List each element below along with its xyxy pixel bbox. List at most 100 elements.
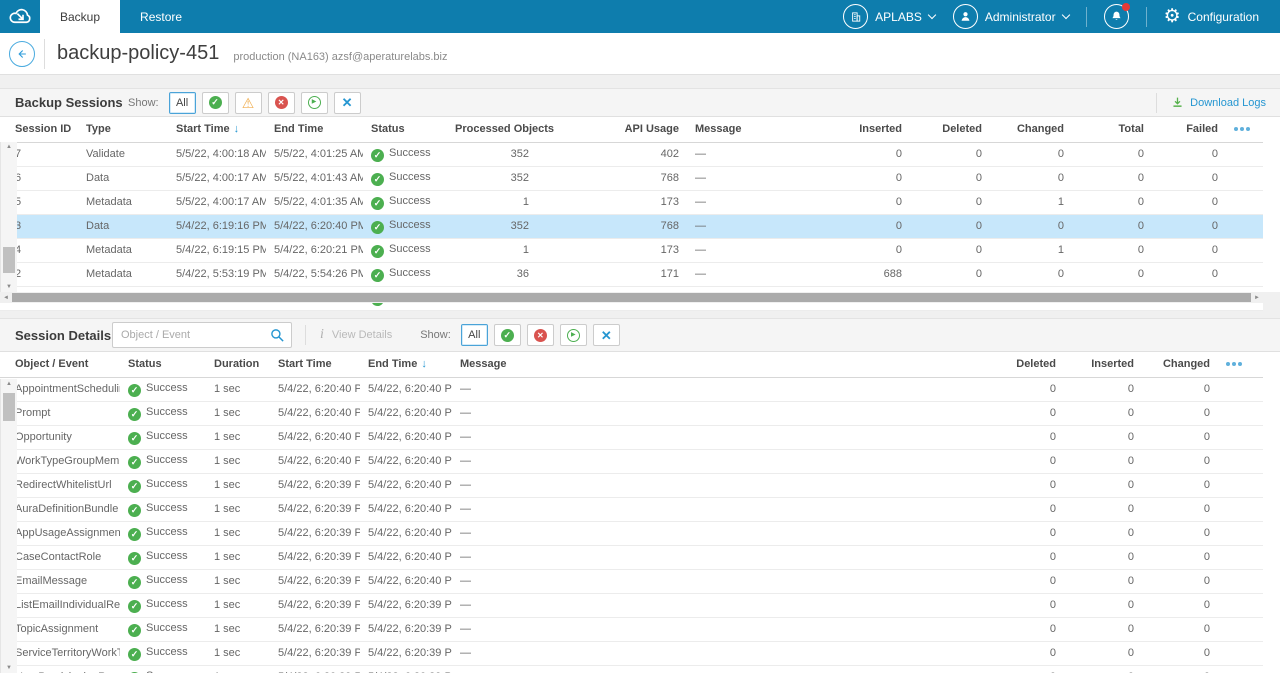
- column-header-start-time[interactable]: Start Time: [270, 352, 360, 377]
- scroll-right-arrow[interactable]: ►: [1251, 295, 1263, 301]
- details-scroll-thumb[interactable]: [3, 393, 15, 421]
- row-options-cell: [1226, 190, 1263, 214]
- column-header-status[interactable]: Status: [120, 352, 206, 377]
- cell-status: ✓Success: [120, 617, 206, 641]
- row-options-cell: [1226, 214, 1263, 238]
- filter-warning-button[interactable]: ⚠: [235, 92, 262, 114]
- column-header-failed[interactable]: Failed: [1152, 117, 1226, 142]
- sessions-vertical-scrollbar[interactable]: ▲ ▼: [0, 142, 17, 292]
- tab-restore[interactable]: Restore: [120, 0, 202, 33]
- column-header-end-time[interactable]: End Time↓: [360, 352, 452, 377]
- cell-deleted: 0: [910, 214, 990, 238]
- row-options-cell: [1218, 449, 1263, 473]
- scroll-down-arrow[interactable]: ▼: [1, 282, 17, 292]
- filter-success-button[interactable]: ✓: [202, 92, 229, 114]
- scroll-down-arrow[interactable]: ▼: [1, 663, 17, 673]
- cell-changed: 0: [990, 142, 1072, 166]
- column-header-total[interactable]: Total: [1072, 117, 1152, 142]
- configuration-button[interactable]: ⚙ Configuration: [1164, 7, 1259, 26]
- column-header-duration[interactable]: Duration: [206, 352, 270, 377]
- detail-row[interactable]: Prompt✓Success1 sec5/4/22, 6:20:40 PM5/4…: [0, 401, 1263, 425]
- session-row[interactable]: 4Metadata5/4/22, 6:19:15 PM5/4/22, 6:20:…: [0, 238, 1263, 262]
- column-header-inserted[interactable]: Inserted: [1064, 352, 1142, 377]
- detail-row[interactable]: UserProvisioningRequest✓Success1 sec5/4/…: [0, 665, 1263, 673]
- detail-row[interactable]: Opportunity✓Success1 sec5/4/22, 6:20:40 …: [0, 425, 1263, 449]
- column-options-button[interactable]: [1226, 117, 1263, 142]
- topbar-right-controls: APLABS Administrator: [834, 0, 1280, 33]
- column-header-object-event[interactable]: Object / Event: [0, 352, 120, 377]
- org-selector[interactable]: APLABS: [843, 4, 935, 29]
- column-header-end-time[interactable]: End Time: [266, 117, 363, 142]
- cell-object-event: RedirectWhitelistUrl: [0, 473, 120, 497]
- success-status-icon: ✓: [128, 408, 141, 421]
- filter-running-button[interactable]: ▶: [301, 92, 328, 114]
- scroll-up-arrow[interactable]: ▲: [1, 142, 17, 152]
- filter-all-button[interactable]: All: [169, 92, 196, 114]
- details-filter-error-button[interactable]: ✕: [527, 324, 554, 346]
- detail-row[interactable]: WorkTypeGroupMember✓Success1 sec5/4/22, …: [0, 449, 1263, 473]
- detail-row[interactable]: AuraDefinitionBundle✓Success1 sec5/4/22,…: [0, 497, 1263, 521]
- filter-error-button[interactable]: ✕: [268, 92, 295, 114]
- column-header-deleted[interactable]: Deleted: [910, 117, 990, 142]
- detail-row[interactable]: ServiceTerritoryWorkType✓Success1 sec5/4…: [0, 641, 1263, 665]
- success-status-icon: ✓: [128, 576, 141, 589]
- column-header-status[interactable]: Status: [363, 117, 447, 142]
- cell-message: —: [452, 425, 986, 449]
- column-header-changed[interactable]: Changed: [990, 117, 1072, 142]
- details-filter-running-button[interactable]: ▶: [560, 324, 587, 346]
- cell-message: —: [687, 262, 820, 286]
- column-header-inserted[interactable]: Inserted: [820, 117, 910, 142]
- column-label: Session ID: [15, 123, 71, 135]
- filter-clear-button[interactable]: ✕: [334, 92, 361, 114]
- details-filter-all-button[interactable]: All: [461, 324, 488, 346]
- back-button[interactable]: [9, 41, 35, 67]
- veeam-logo[interactable]: [0, 0, 40, 33]
- column-header-changed[interactable]: Changed: [1142, 352, 1218, 377]
- details-filter-clear-button[interactable]: ✕: [593, 324, 620, 346]
- detail-row[interactable]: ListEmailIndividualRecipie...✓Success1 s…: [0, 593, 1263, 617]
- session-row[interactable]: 7Validate5/5/22, 4:00:18 AM5/5/22, 4:01:…: [0, 142, 1263, 166]
- detail-row[interactable]: TopicAssignment✓Success1 sec5/4/22, 6:20…: [0, 617, 1263, 641]
- detail-row[interactable]: RedirectWhitelistUrl✓Success1 sec5/4/22,…: [0, 473, 1263, 497]
- search-input[interactable]: [113, 323, 263, 347]
- column-options-button[interactable]: [1218, 352, 1263, 377]
- column-header-message[interactable]: Message: [687, 117, 820, 142]
- user-menu[interactable]: Administrator: [953, 4, 1069, 29]
- scroll-up-arrow[interactable]: ▲: [1, 379, 17, 389]
- details-vertical-scrollbar[interactable]: ▲ ▼: [0, 379, 17, 673]
- view-details-button[interactable]: i View Details: [320, 327, 392, 343]
- cell-duration: 1 sec: [206, 449, 270, 473]
- session-row[interactable]: 3Data5/4/22, 6:19:16 PM5/4/22, 6:20:40 P…: [0, 214, 1263, 238]
- download-logs-button[interactable]: Download Logs: [1171, 96, 1266, 109]
- details-filter-success-button[interactable]: ✓: [494, 324, 521, 346]
- session-row[interactable]: 2Metadata5/4/22, 5:53:19 PM5/4/22, 5:54:…: [0, 262, 1263, 286]
- column-header-session-id[interactable]: Session ID: [0, 117, 78, 142]
- column-header-start-time[interactable]: Start Time↓: [168, 117, 266, 142]
- detail-row[interactable]: AppointmentSchedulingP...✓Success1 sec5/…: [0, 377, 1263, 401]
- sessions-horizontal-scrollbar[interactable]: ◄ ►: [0, 292, 1263, 303]
- cell-start-time: 5/5/22, 4:00:17 AM: [168, 190, 266, 214]
- column-header-type[interactable]: Type: [78, 117, 168, 142]
- sessions-scroll-thumb[interactable]: [3, 247, 15, 273]
- session-row[interactable]: 5Metadata5/5/22, 4:00:17 AM5/5/22, 4:01:…: [0, 190, 1263, 214]
- cell-changed: 0: [1142, 401, 1218, 425]
- backup-sessions-table: Session ID TypeStart Time↓End TimeStatusP…: [0, 117, 1263, 311]
- detail-row[interactable]: CaseContactRole✓Success1 sec5/4/22, 6:20…: [0, 545, 1263, 569]
- tab-backup[interactable]: Backup: [40, 0, 120, 33]
- cell-changed: 1: [990, 238, 1072, 262]
- column-header-api-usage[interactable]: API Usage: [537, 117, 687, 142]
- detail-row[interactable]: AppUsageAssignment✓Success1 sec5/4/22, 6…: [0, 521, 1263, 545]
- column-header-message[interactable]: Message: [452, 352, 986, 377]
- notifications-button[interactable]: [1104, 4, 1129, 29]
- session-row[interactable]: 6Data5/5/22, 4:00:17 AM5/5/22, 4:01:43 A…: [0, 166, 1263, 190]
- column-label: Message: [695, 123, 741, 135]
- detail-row[interactable]: EmailMessage✓Success1 sec5/4/22, 6:20:39…: [0, 569, 1263, 593]
- backup-sessions-toolbar: Backup Sessions Show: All ✓ ⚠ ✕ ▶ ✕ Down…: [0, 88, 1280, 117]
- column-header-processed-objects[interactable]: Processed Objects: [447, 117, 537, 142]
- scroll-left-arrow[interactable]: ◄: [0, 295, 12, 301]
- sessions-hscroll-thumb[interactable]: [12, 293, 1251, 302]
- column-header-deleted[interactable]: Deleted: [986, 352, 1064, 377]
- cell-duration: 1 sec: [206, 425, 270, 449]
- row-options-cell: [1226, 142, 1263, 166]
- cell-message: —: [452, 473, 986, 497]
